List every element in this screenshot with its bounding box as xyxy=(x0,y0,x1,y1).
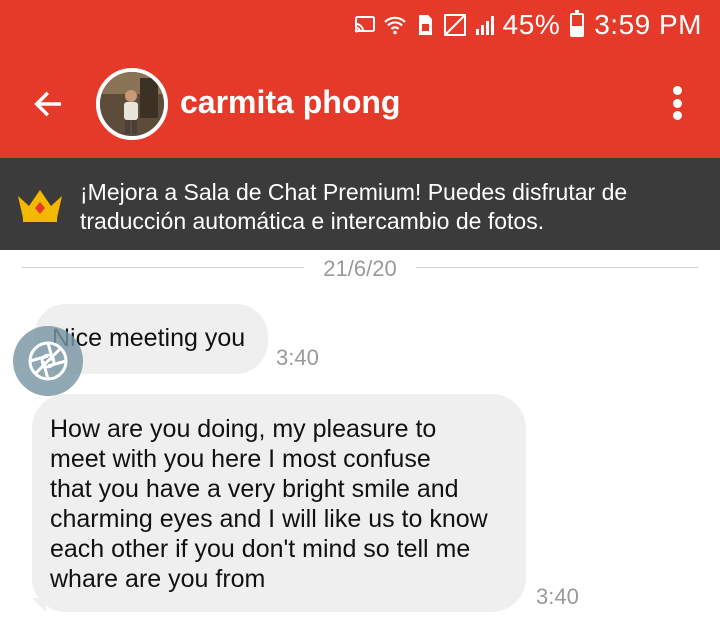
more-vert-icon-dot xyxy=(672,98,682,108)
message-time: 3:40 xyxy=(536,584,579,609)
battery-fill xyxy=(572,26,583,35)
status-bar: 45% 3:59 PM xyxy=(0,0,720,50)
more-vert-icon xyxy=(672,86,682,95)
signal-icon xyxy=(475,16,494,35)
message-time: 3:40 xyxy=(276,345,319,370)
overflow-menu-button[interactable] xyxy=(664,80,690,126)
battery-icon xyxy=(570,10,585,37)
message-text: How are you doing, my pleasure to meet w… xyxy=(50,415,488,593)
status-time: 3:59 PM xyxy=(594,9,702,40)
bubble-tail xyxy=(32,598,46,612)
chat-header: carmita phong xyxy=(0,50,720,158)
back-button[interactable] xyxy=(22,78,74,130)
no-signal-icon xyxy=(443,14,466,36)
crown-icon xyxy=(18,190,62,222)
premium-upgrade-banner[interactable]: ¡Mejora a Sala de Chat Premium! Puedes d… xyxy=(0,158,720,250)
battery-percent: 45% xyxy=(502,9,561,40)
status-icons: 45% 3:59 PM xyxy=(353,8,702,42)
floating-camera-button[interactable] xyxy=(13,326,83,396)
date-label: 21/6/20 xyxy=(323,256,397,281)
premium-banner-text: ¡Mejora a Sala de Chat Premium! Puedes d… xyxy=(80,179,628,234)
message-bubble[interactable]: How are you doing, my pleasure to meet w… xyxy=(32,394,526,612)
sim-icon xyxy=(418,15,432,35)
wifi-call-icon xyxy=(383,16,406,35)
date-separator: 21/6/20 xyxy=(22,256,698,281)
avatar-photo xyxy=(100,72,164,136)
cast-icon xyxy=(354,16,375,33)
more-vert-icon-dot xyxy=(672,111,682,120)
divider-line xyxy=(416,267,698,268)
contact-name[interactable]: carmita phong xyxy=(180,84,400,121)
contact-avatar[interactable] xyxy=(96,68,168,140)
camera-shutter-icon xyxy=(28,341,68,381)
divider-line xyxy=(22,267,304,268)
arrow-back-icon xyxy=(34,91,62,117)
